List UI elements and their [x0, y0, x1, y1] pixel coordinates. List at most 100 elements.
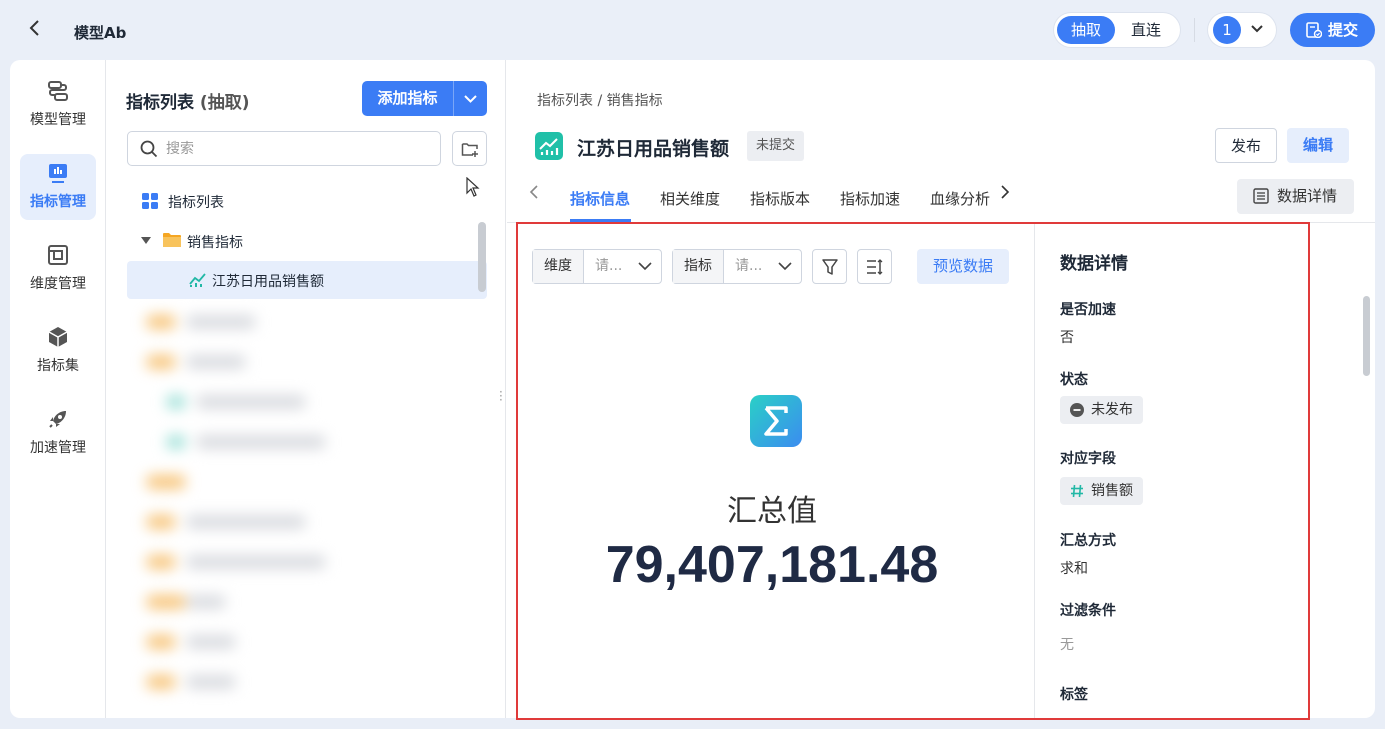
minus-circle-icon — [1070, 403, 1084, 417]
details-scrollbar[interactable] — [1363, 296, 1370, 376]
filter-button[interactable] — [812, 249, 847, 284]
metric-detail-panel: 指标列表 / 销售指标 江苏日用品销售额 未提交 发布 编辑 指标信息 相关维度… — [507, 60, 1375, 718]
user-avatar: 1 — [1213, 16, 1241, 44]
dimension-select[interactable]: 维度 请... — [532, 249, 662, 284]
submit-label: 提交 — [1328, 21, 1359, 39]
chevron-down-icon — [464, 95, 477, 103]
user-menu[interactable]: 1 — [1208, 13, 1276, 47]
add-metric-button-group: 添加指标 — [362, 81, 487, 116]
nav-label: 加速管理 — [30, 440, 86, 456]
dimension-select-placeholder: 请... — [595, 258, 623, 274]
tree-item-label: 指标列表 — [168, 195, 224, 211]
mode-direct-button[interactable]: 直连 — [1117, 16, 1175, 44]
mode-toggle: 抽取 直连 — [1054, 13, 1180, 47]
filter-condition-value: 无 — [1060, 637, 1074, 653]
tabs-next-icon[interactable] — [1000, 184, 1010, 205]
nav-item-metric-set[interactable]: 指标集 — [20, 318, 96, 384]
aggregation-value: 求和 — [1060, 561, 1088, 577]
tab-lineage-analysis[interactable]: 血缘分析 — [930, 188, 990, 209]
mode-extract-button[interactable]: 抽取 — [1057, 16, 1115, 44]
nav-item-metric[interactable]: 指标管理 — [20, 154, 96, 220]
breadcrumb: 指标列表 / 销售指标 — [537, 93, 663, 109]
tree-item-metric-list[interactable]: 指标列表 — [127, 182, 467, 220]
tab-metric-info[interactable]: 指标信息 — [570, 188, 630, 209]
metric-select-placeholder: 请... — [735, 258, 763, 274]
add-metric-dropdown[interactable] — [454, 81, 487, 116]
resize-handle[interactable]: · · · — [499, 386, 503, 406]
model-title: 模型Ab — [74, 24, 127, 42]
nav-label: 维度管理 — [30, 276, 86, 292]
nav-label: 模型管理 — [30, 112, 86, 128]
summary-value: 79,407,181.48 — [605, 536, 939, 594]
add-metric-button[interactable]: 添加指标 — [362, 81, 453, 116]
filter-condition-label: 过滤条件 — [1060, 603, 1116, 619]
edit-button[interactable]: 编辑 — [1287, 128, 1349, 163]
tree-title-suffix: (抽取) — [199, 93, 250, 113]
tree-item-label: 销售指标 — [187, 235, 243, 251]
folder-icon — [163, 233, 181, 247]
top-bar: 模型Ab 抽取 直连 1 提交 — [0, 0, 1385, 60]
chevron-down-icon — [1250, 19, 1264, 43]
new-folder-icon — [461, 143, 478, 157]
status-badge: 未提交 — [747, 131, 805, 161]
data-details-button[interactable]: 数据详情 — [1237, 179, 1354, 214]
submit-button[interactable]: 提交 — [1290, 13, 1375, 47]
tab-related-dimensions[interactable]: 相关维度 — [660, 188, 720, 209]
tree-scrollbar[interactable] — [478, 222, 486, 292]
nav-item-model[interactable]: 模型管理 — [20, 72, 96, 138]
new-folder-button[interactable] — [452, 131, 487, 166]
divider — [1194, 18, 1195, 42]
field-tag: 销售额 — [1060, 477, 1143, 505]
metric-select[interactable]: 指标 请... — [672, 249, 802, 284]
hash-icon — [1071, 484, 1083, 498]
blurred-tree-items — [126, 305, 366, 700]
data-details-panel: 数据详情 是否加速 否 状态 未发布 对应字段 销售额 汇总方式 求和 过滤条件… — [1035, 223, 1335, 718]
preview-data-button[interactable]: 预览数据 — [917, 249, 1009, 284]
publish-button[interactable]: 发布 — [1215, 128, 1277, 163]
tree-title: 指标列表 (抽取) — [126, 88, 249, 113]
chart-icon — [189, 273, 206, 287]
sort-icon — [867, 259, 883, 275]
chevron-down-icon — [638, 262, 652, 271]
tabs-prev-icon[interactable] — [529, 184, 539, 205]
metric-select-label: 指标 — [673, 250, 724, 283]
cube-icon — [48, 327, 68, 347]
metric-tree-panel: 指标列表 (抽取) 添加指标 指标列表 销售指标 江苏日用品 — [106, 60, 506, 718]
field-value: 销售额 — [1091, 483, 1133, 499]
tags-label: 标签 — [1060, 687, 1088, 703]
preview-area: 维度 请... 指标 请... 预览数据 汇总值 79,407,181.48 — [517, 223, 1027, 718]
mouse-cursor-icon — [466, 177, 480, 197]
tree-item-sales-folder[interactable]: 销售指标 — [127, 222, 467, 260]
status-badge: 未发布 — [1060, 396, 1143, 424]
search-input[interactable] — [166, 138, 426, 160]
tab-metric-versions[interactable]: 指标版本 — [750, 188, 810, 209]
nav-label: 指标集 — [37, 358, 79, 374]
filter-icon — [822, 259, 838, 275]
nav-item-acceleration[interactable]: 加速管理 — [20, 400, 96, 466]
tree-item-jiangsu-sales[interactable]: 江苏日用品销售额 — [127, 261, 487, 299]
submit-icon — [1306, 22, 1322, 38]
metric-title: 江苏日用品销售额 — [577, 138, 730, 160]
field-label: 对应字段 — [1060, 451, 1116, 467]
model-icon — [48, 81, 68, 101]
back-icon[interactable] — [28, 18, 50, 42]
dimension-icon — [48, 245, 68, 265]
nav-item-dimension[interactable]: 维度管理 — [20, 236, 96, 302]
accelerated-label: 是否加速 — [1060, 302, 1116, 318]
search-box — [127, 131, 441, 166]
chevron-down-icon — [778, 262, 792, 271]
tab-metric-acceleration[interactable]: 指标加速 — [840, 188, 900, 209]
sigma-icon — [750, 395, 802, 447]
caret-down-icon[interactable] — [141, 237, 151, 245]
data-details-label: 数据详情 — [1277, 187, 1338, 205]
tree-title-text: 指标列表 — [126, 93, 194, 113]
accelerated-value: 否 — [1060, 330, 1074, 346]
dimension-select-label: 维度 — [533, 250, 584, 283]
sort-button[interactable] — [857, 249, 892, 284]
search-icon — [140, 140, 158, 158]
summary-label: 汇总值 — [727, 494, 817, 529]
details-heading: 数据详情 — [1060, 254, 1128, 274]
list-icon — [1253, 188, 1269, 204]
status-value: 未发布 — [1091, 402, 1133, 418]
nav-label: 指标管理 — [30, 194, 86, 210]
